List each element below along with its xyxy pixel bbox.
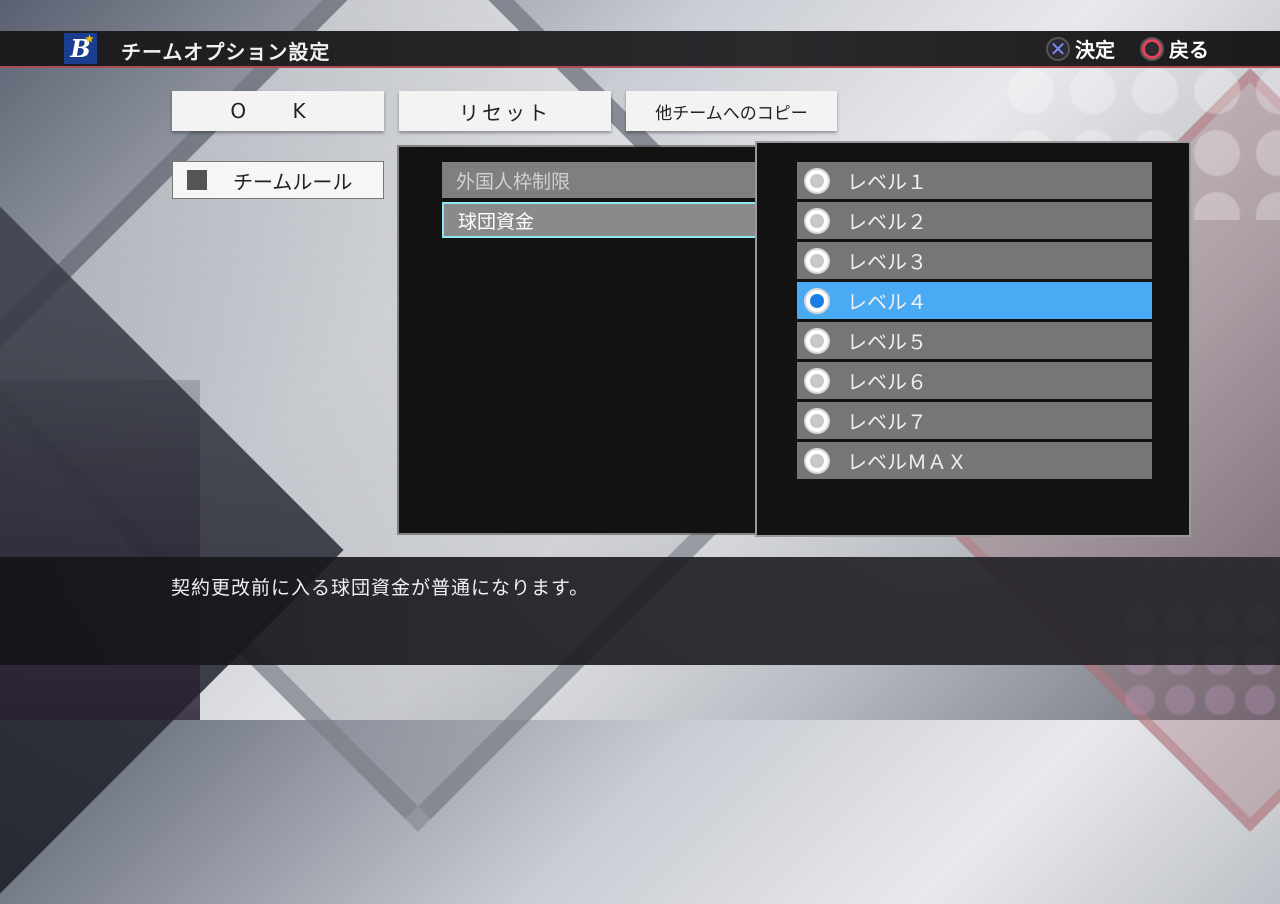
option-level-2[interactable]: レベル２ [797, 202, 1152, 239]
tab-team-rules[interactable]: チームルール [172, 161, 384, 199]
option-level-1[interactable]: レベル１ [797, 162, 1152, 199]
confirm-hint[interactable]: ✕ 決定 [1046, 34, 1115, 63]
circle-button-icon [1140, 36, 1164, 61]
reset-button[interactable]: リセット [399, 91, 611, 131]
option-label: レベル５ [847, 330, 927, 354]
option-label: レベル２ [847, 210, 927, 234]
option-label: レベル６ [847, 370, 927, 394]
option-label: レベル１ [847, 170, 927, 194]
star-icon: ★ [85, 34, 94, 45]
description-text: 契約更改前に入る球団資金が普通になります。 [171, 577, 590, 599]
setting-label: 球団資金 [458, 210, 535, 233]
description-bar: 契約更改前に入る球団資金が普通になります。 [0, 557, 1280, 665]
ok-button[interactable]: O K [172, 91, 384, 131]
setting-team-funds[interactable]: 球団資金 [442, 202, 772, 238]
setting-label: 外国人枠制限 [456, 170, 571, 193]
radio-button [804, 367, 830, 394]
option-level-5[interactable]: レベル５ [797, 322, 1152, 359]
option-level-7[interactable]: レベル７ [797, 402, 1152, 439]
option-level-max[interactable]: レベルＭＡＸ [797, 442, 1152, 479]
option-level-6[interactable]: レベル６ [797, 362, 1152, 399]
radio-button-selected [804, 287, 830, 314]
option-level-3[interactable]: レベル３ [797, 242, 1152, 279]
radio-button [804, 327, 830, 354]
radio-button [804, 447, 830, 474]
background-shade [0, 380, 200, 720]
confirm-hint-label: 決定 [1075, 38, 1115, 62]
copy-to-other-team-button[interactable]: 他チームへのコピー [626, 91, 837, 131]
radio-button [804, 247, 830, 274]
square-icon [187, 170, 207, 190]
option-level-4[interactable]: レベル４ [797, 282, 1152, 319]
back-hint[interactable]: 戻る [1140, 34, 1209, 63]
level-select-popup: レベル１ レベル２ レベル３ レベル４ レベル５ レベル６ レベル７ レベルＭＡ… [755, 141, 1191, 537]
header-bar: B ★ チームオプション設定 ✕ 決定 戻る [0, 31, 1280, 68]
setting-foreign-player-limit[interactable]: 外国人枠制限 [442, 162, 772, 198]
settings-panel: 外国人枠制限 球団資金 [399, 147, 772, 533]
option-label: レベルＭＡＸ [847, 450, 967, 474]
cross-button-icon: ✕ [1046, 36, 1070, 61]
back-hint-label: 戻る [1169, 38, 1209, 62]
option-label: レベル７ [847, 410, 927, 434]
radio-button [804, 207, 830, 234]
team-logo: B ★ [64, 33, 97, 64]
page-title: チームオプション設定 [121, 40, 331, 64]
radio-button [804, 407, 830, 434]
radio-button [804, 167, 830, 194]
option-label: レベル３ [847, 250, 927, 274]
tab-label: チームルール [233, 169, 353, 194]
option-label: レベル４ [847, 290, 927, 314]
